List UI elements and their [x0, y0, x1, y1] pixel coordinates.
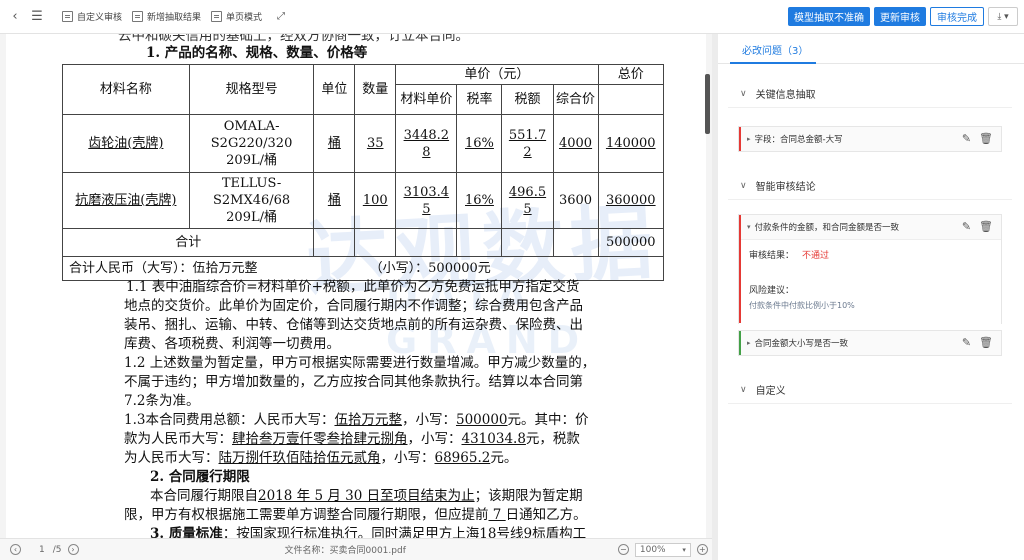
th-model: 规格型号 — [188, 64, 315, 115]
back-icon[interactable]: ‹ — [4, 6, 26, 28]
th-comp: 综合价 — [552, 84, 599, 115]
document-viewer[interactable]: 达观数据 DATA GRAND 云中和碳关信用的基础上，经双方协商一致，订立本合… — [0, 34, 712, 538]
chevron-down-icon: ▾ — [682, 545, 686, 554]
para-3: 3. 质量标准：按国家现行标准执行。同时满足甲方上海18号线9标盾构工 — [150, 526, 587, 538]
page-total: /5 — [52, 544, 62, 555]
single-page-button[interactable]: 单页模式 — [211, 10, 262, 23]
caret-down-icon: ▾ — [747, 223, 751, 231]
panel-tabs: 必改问题（3） — [718, 34, 1024, 64]
single-page-icon — [211, 11, 223, 22]
expand-icon[interactable]: ⤢ — [270, 6, 292, 28]
para-1-2c: 7.2条为准。 — [124, 393, 200, 409]
section-key-info: ∨ 关键信息抽取 — [728, 80, 1012, 108]
section-smart-review: ∨ 智能审核结论 — [728, 172, 1012, 200]
edit-icon[interactable]: ✎ — [962, 220, 971, 233]
para-1-2a: 1.2 上述数量为暂定量，甲方可根据实际需要进行数量增减。甲方减少数量的， — [124, 355, 596, 371]
prev-page-icon[interactable]: ‹ — [10, 544, 21, 555]
para-2a: 本合同履行期限自2018 年 5 月 30 日至项目结束为止；该期限为暂定期 — [150, 488, 583, 504]
chevron-down-icon: ∨ — [740, 180, 747, 191]
menu-icon[interactable]: ☰ — [26, 6, 48, 28]
th-name: 材料名称 — [62, 64, 190, 115]
model-inaccurate-button[interactable]: 模型抽取不准确 — [788, 7, 870, 26]
zoom-in-icon[interactable]: + — [696, 544, 708, 555]
section-custom-header[interactable]: ∨ 自定义 — [728, 376, 1012, 404]
doc-heading-2: 2. 合同履行期限 — [150, 469, 250, 485]
next-page-icon[interactable]: › — [67, 544, 79, 555]
card-total-amount[interactable]: ▸ 字段：合同总金额-大写 ✎ 🗑 — [738, 126, 1002, 152]
edit-icon[interactable]: ✎ — [962, 336, 971, 349]
review-result: 不通过 — [802, 251, 830, 261]
zoom-out-icon[interactable]: − — [617, 544, 629, 555]
section-key-info-header[interactable]: ∨ 关键信息抽取 — [728, 80, 1012, 108]
delete-icon[interactable]: 🗑 — [979, 132, 993, 145]
th-unit-price: 单价（元） — [395, 64, 599, 85]
price-table: 材料名称 规格型号 单位 数量 单价（元） 总价 材料单价 税率 税额 综合价 … — [61, 64, 665, 281]
chevron-down-icon: ∨ — [740, 384, 747, 395]
risk-advice: 付款条件中付款比例小于10% — [749, 301, 855, 310]
para-1-3a: 1.3本合同费用总额：人民币大写：伍拾万元整，小写：500000元。其中：价 — [124, 412, 589, 428]
para-1-3b: 款为人民币大写：肆拾叁万壹仟零叁拾肆元捌角，小写：431034.8元，税款 — [124, 431, 580, 447]
doc-scrollbar[interactable] — [705, 74, 710, 134]
new-extract-button[interactable]: 新增抽取结果 — [132, 10, 201, 23]
top-toolbar: ‹ ☰ 自定义审核 新增抽取结果 单页模式 ⤢ 模型抽取不准确 更新审核 审核完… — [0, 0, 1024, 34]
para-1-3c: 为人民币大写：陆万捌仟玖佰陆拾伍元贰角，小写：68965.2元。 — [124, 450, 518, 466]
para-1-1b: 地点的交货价。此单价为固定价，合同履行期内不作调整；综合费用包含产品 — [124, 298, 583, 314]
doc-heading-1: 1. 产品的名称、规格、数量、价格等 — [146, 45, 368, 61]
download-button[interactable]: ⤓ ▾ — [988, 7, 1018, 26]
para-2b: 限，甲方有权根据施工需要单方调整合同履行期限，但应提前 7 日通知乙方。 — [124, 507, 587, 523]
th-tax-rate: 税率 — [456, 84, 503, 115]
chevron-down-icon: ∨ — [740, 88, 747, 99]
card-payment-check[interactable]: ▾ 付款条件的金额，和合同金额是否一致 ✎ 🗑 审核结果： 不通过 风险建议： 付款条… — [738, 214, 1002, 325]
edit-icon[interactable]: ✎ — [962, 132, 971, 145]
para-1-1d: 库费、各项税费、利润等一切费用。 — [124, 336, 340, 352]
zoom-select[interactable]: 100% ▾ — [634, 542, 691, 557]
th-mat-price: 材料单价 — [395, 84, 458, 115]
th-qty: 数量 — [354, 64, 397, 115]
tab-must-fix[interactable]: 必改问题（3） — [742, 42, 808, 57]
card-amount-case-check[interactable]: ▸ 合同金额大小写是否一致 ✎ 🗑 — [738, 330, 1002, 356]
table-row: 齿轮油(壳牌) OMALA- S2G220/320 209L/桶 桶 35 3448… — [62, 114, 665, 173]
caret-right-icon: ▸ — [747, 135, 751, 143]
tab-indicator — [730, 62, 816, 64]
caret-right-icon: ▸ — [747, 339, 751, 347]
table-sum-row: 合计 500000 — [61, 228, 665, 257]
delete-icon[interactable]: 🗑 — [979, 220, 993, 233]
para-1-2b: 不属于违约；甲方增加数量的，乙方应按合同其他条款执行。结算以本合同第 — [124, 374, 583, 390]
th-unit: 单位 — [313, 64, 356, 115]
th-tax: 税额 — [501, 84, 554, 115]
table-row: 抗磨液压油(壳牌) TELLUS- S2MX46/68 209L/桶 桶 100 3… — [62, 172, 665, 229]
download-icon: ⤓ ▾ — [997, 11, 1009, 22]
table-rmb-row: 合计人民币（大写）：伍拾万元整 （小写）：500000元 — [62, 256, 664, 281]
review-done-button[interactable]: 审核完成 — [930, 7, 984, 26]
file-name: 文件名称：买卖合同0001.pdf — [284, 546, 406, 556]
new-extract-icon — [132, 11, 144, 22]
update-review-button[interactable]: 更新审核 — [874, 7, 926, 26]
document-page: 达观数据 DATA GRAND 云中和碳关信用的基础上，经双方协商一致，订立本合… — [6, 34, 706, 538]
th-total: 总价 — [597, 64, 665, 85]
review-panel: 必改问题（3） ∨ 关键信息抽取 ▸ 字段：合同总金额-大写 ✎ 🗑 ∨ 智能审核结… — [718, 34, 1024, 560]
section-smart-review-header[interactable]: ∨ 智能审核结论 — [728, 172, 1012, 200]
section-custom: ∨ 自定义 — [728, 376, 1012, 404]
status-bar: ‹ 1 /5 › 文件名称：买卖合同0001.pdf − 100% ▾ + — [0, 538, 712, 560]
page-current[interactable]: 1 — [39, 545, 45, 555]
custom-review-icon — [62, 11, 73, 22]
delete-icon[interactable]: 🗑 — [979, 336, 993, 349]
custom-review-button[interactable]: 自定义审核 — [62, 10, 122, 23]
para-1-1a: 1.1 表中油脂综合价=材料单价+税额，此单价为乙方免费运抵甲方指定交货 — [126, 279, 580, 295]
para-1-1c: 装吊、捆扎、运输、中转、仓储等到达交货地点前的所有运杂费、保险费、出 — [124, 317, 583, 333]
